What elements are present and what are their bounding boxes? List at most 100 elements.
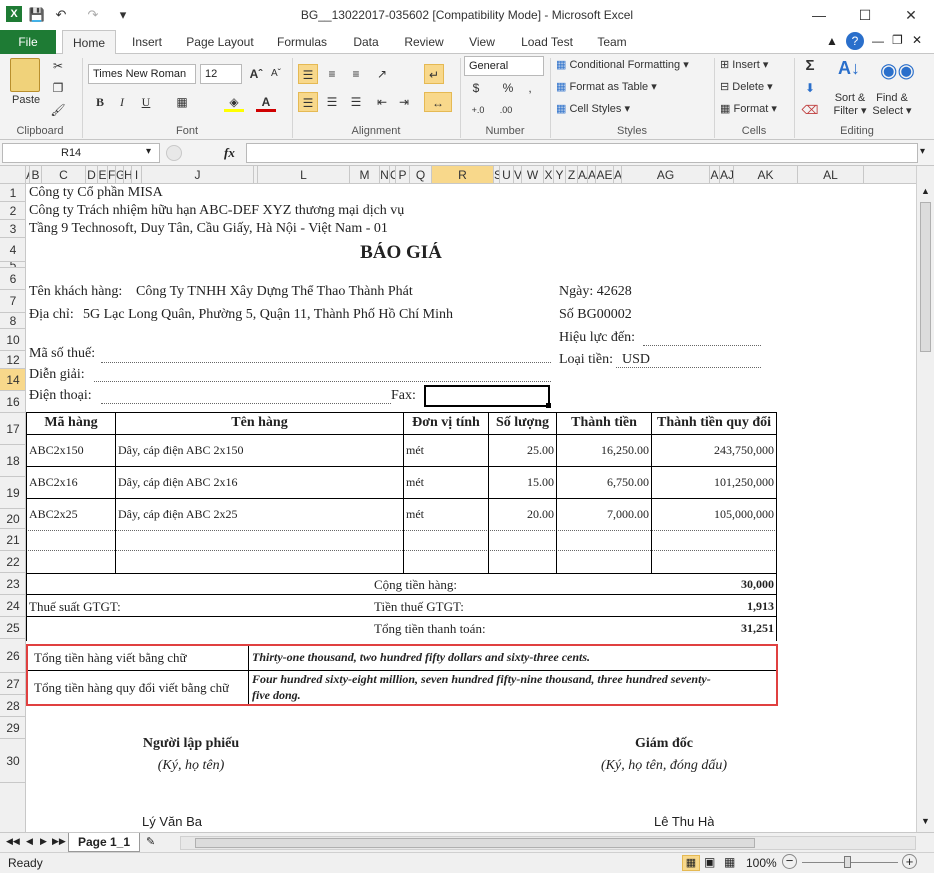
delete-cells-button[interactable]: ⊟ Delete ▾: [720, 80, 773, 93]
autosum-button[interactable]: Σ: [800, 56, 820, 76]
font-size-select[interactable]: 12: [200, 64, 242, 84]
column-header[interactable]: Q: [410, 166, 432, 183]
align-middle-icon[interactable]: ≡: [322, 64, 342, 84]
tab-insert[interactable]: Insert: [122, 30, 172, 54]
column-header[interactable]: Z: [566, 166, 578, 183]
row-header[interactable]: 19: [0, 477, 25, 509]
merge-center-icon[interactable]: ↔: [424, 92, 452, 112]
column-header[interactable]: I: [132, 166, 142, 183]
row-header[interactable]: 27: [0, 673, 25, 695]
fill-color-icon[interactable]: ◈: [224, 92, 244, 112]
close-button[interactable]: ✕: [888, 0, 934, 30]
currency-button[interactable]: $: [466, 78, 486, 98]
column-header[interactable]: P: [396, 166, 410, 183]
column-header[interactable]: V: [514, 166, 522, 183]
row-header[interactable]: 12: [0, 351, 25, 369]
row-header[interactable]: 25: [0, 617, 25, 639]
wrap-text-icon[interactable]: ↵: [424, 64, 444, 84]
horizontal-scroll-thumb[interactable]: [195, 838, 755, 848]
window-close-icon[interactable]: ✕: [912, 33, 922, 47]
shrink-font-icon[interactable]: Aˇ: [266, 64, 286, 84]
row-header[interactable]: 21: [0, 529, 25, 551]
font-name-select[interactable]: Times New Roman: [88, 64, 196, 84]
tab-team[interactable]: Team: [588, 30, 636, 54]
zoom-in-icon[interactable]: +: [902, 854, 917, 869]
row-header[interactable]: 10: [0, 329, 25, 351]
column-header[interactable]: D: [86, 166, 98, 183]
zoom-slider[interactable]: [802, 856, 898, 868]
row-header[interactable]: 24: [0, 595, 25, 617]
name-box-dropdown-icon[interactable]: ▾: [146, 146, 151, 157]
cell-styles-button[interactable]: ▦ Cell Styles ▾: [556, 102, 630, 115]
row-header[interactable]: 30: [0, 739, 25, 783]
vertical-scrollbar[interactable]: ▲ ▼: [916, 166, 934, 832]
expand-formula-bar-icon[interactable]: ▾: [920, 146, 925, 157]
bold-button[interactable]: B: [90, 92, 110, 112]
column-header[interactable]: Y: [554, 166, 566, 183]
maximize-button[interactable]: ☐: [842, 0, 888, 30]
column-header[interactable]: AE: [596, 166, 614, 183]
decrease-indent-icon[interactable]: ⇤: [372, 92, 392, 112]
tab-file[interactable]: File: [0, 30, 56, 54]
row-header[interactable]: 8: [0, 313, 25, 329]
clear-icon[interactable]: ⌫: [800, 100, 820, 120]
row-header[interactable]: 22: [0, 551, 25, 573]
row-header[interactable]: 6: [0, 268, 25, 290]
row-header[interactable]: 4: [0, 238, 25, 262]
minimize-ribbon-icon[interactable]: ▲: [826, 34, 838, 48]
column-header[interactable]: AK: [734, 166, 798, 183]
column-header[interactable]: B: [30, 166, 42, 183]
page-break-view-icon[interactable]: ▦: [724, 855, 735, 869]
row-header[interactable]: 3: [0, 220, 25, 238]
column-header[interactable]: N: [380, 166, 390, 183]
align-bottom-icon[interactable]: ≡: [346, 64, 366, 84]
orientation-icon[interactable]: ↗: [372, 64, 392, 84]
column-header[interactable]: A: [614, 166, 622, 183]
row-header[interactable]: 26: [0, 639, 25, 673]
row-header[interactable]: 28: [0, 695, 25, 717]
format-painter-icon[interactable]: 🖌: [48, 100, 68, 120]
column-header[interactable]: C: [42, 166, 86, 183]
find-select-button[interactable]: Find & Select ▾: [872, 92, 912, 118]
sheet-tab-page-1-1[interactable]: Page 1_1: [68, 833, 140, 852]
tab-page-layout[interactable]: Page Layout: [178, 30, 262, 54]
copy-icon[interactable]: ❐: [48, 78, 68, 98]
row-header[interactable]: 16: [0, 391, 25, 413]
worksheet-grid[interactable]: Công ty Cổ phần MISA Công ty Trách nhiệm…: [26, 184, 916, 832]
increase-decimal-button[interactable]: +.0: [466, 100, 490, 120]
paste-button[interactable]: Paste: [12, 94, 40, 106]
window-restore-icon[interactable]: ❐: [892, 33, 903, 47]
column-header[interactable]: A: [588, 166, 596, 183]
scroll-up-icon[interactable]: ▲: [921, 186, 930, 196]
column-header[interactable]: H: [124, 166, 132, 183]
column-header[interactable]: G: [116, 166, 124, 183]
comma-button[interactable]: ,: [520, 78, 540, 98]
binoculars-icon[interactable]: ◉◉: [880, 58, 915, 86]
row-header[interactable]: 23: [0, 573, 25, 595]
column-header[interactable]: AL: [798, 166, 864, 183]
sort-filter-button[interactable]: Sort & Filter ▾: [832, 92, 868, 118]
prev-sheet-icon[interactable]: ◀: [26, 836, 33, 847]
column-header[interactable]: AJ: [720, 166, 734, 183]
row-header[interactable]: 18: [0, 445, 25, 477]
horizontal-scrollbar[interactable]: [180, 836, 916, 850]
zoom-out-icon[interactable]: −: [782, 854, 797, 869]
cut-icon[interactable]: ✂: [48, 56, 68, 76]
font-color-icon[interactable]: A: [256, 92, 276, 112]
increase-indent-icon[interactable]: ⇥: [394, 92, 414, 112]
tab-formulas[interactable]: Formulas: [268, 30, 336, 54]
number-format-select[interactable]: General: [464, 56, 544, 76]
column-header[interactable]: J: [142, 166, 254, 183]
fill-handle[interactable]: [546, 403, 551, 408]
align-center-icon[interactable]: ☰: [322, 92, 342, 112]
column-header[interactable]: A: [710, 166, 720, 183]
column-header[interactable]: F: [108, 166, 116, 183]
column-header[interactable]: M: [350, 166, 380, 183]
column-header[interactable]: AG: [622, 166, 710, 183]
column-header[interactable]: X: [544, 166, 554, 183]
selected-cell-r14[interactable]: [424, 385, 550, 407]
minimize-button[interactable]: —: [796, 0, 842, 30]
name-box[interactable]: R14: [2, 143, 160, 163]
tab-review[interactable]: Review: [396, 30, 452, 54]
tab-home[interactable]: Home: [62, 30, 116, 55]
